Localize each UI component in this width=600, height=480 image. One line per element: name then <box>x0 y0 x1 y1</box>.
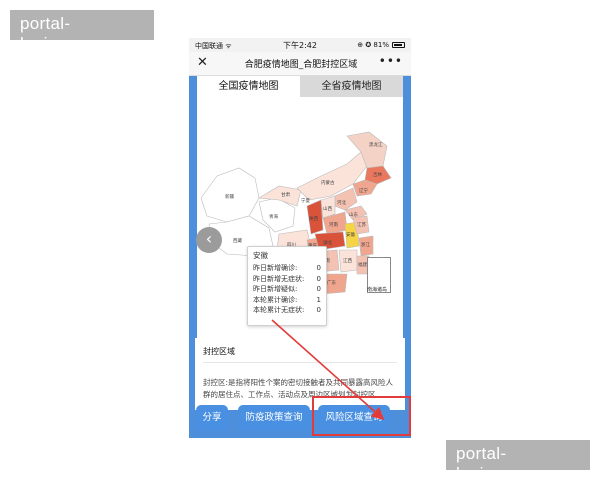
tab-province-map[interactable]: 全省疫情地图 <box>300 76 403 97</box>
tab-national-map[interactable]: 全国疫情地图 <box>197 76 300 97</box>
map-label: 内蒙古 <box>321 179 335 186</box>
inset-label: 南海诸岛 <box>367 287 388 293</box>
more-icon[interactable]: ••• <box>379 54 403 68</box>
map-label: 陕西 <box>309 215 318 222</box>
nav-bar: ✕ 合肥疫情地图_合肥封控区域 ••• <box>189 52 411 76</box>
policy-query-button[interactable]: 防疫政策查询 <box>238 405 310 431</box>
highlight-box <box>312 396 411 436</box>
map-label: 安徽 <box>346 231 355 238</box>
tooltip-row: 本轮累计无症状: 0 <box>253 306 321 314</box>
previous-arrow-button[interactable]: ‹ <box>196 227 222 253</box>
tooltip-row: 昨日新增无症状: 0 <box>253 274 321 283</box>
status-bar: 中国联通 ᯤ 下午2:42 ⊕ ✪ 81% <box>189 38 411 52</box>
map-label: 山西 <box>323 205 332 212</box>
tooltip-row: 昨日新增确诊: 0 <box>253 264 321 272</box>
map-label: 黑龙江 <box>369 141 383 148</box>
battery-label: ⊕ ✪ 81% <box>357 41 389 49</box>
map-label: 宁夏 <box>301 197 310 204</box>
map-label: 江苏 <box>357 221 366 228</box>
map-label: 广东 <box>327 279 336 286</box>
map-label: 新疆 <box>225 193 234 200</box>
province-tooltip: 安徽 昨日新增确诊: 0 昨日新增无症状: 0 昨日新增疑似: 0 本轮累计确诊: 1 … <box>247 246 327 326</box>
close-icon[interactable]: ✕ <box>197 55 208 71</box>
map-label: 辽宁 <box>359 187 368 194</box>
map-label: 甘肃 <box>281 191 290 198</box>
map-label: 西藏 <box>233 237 242 244</box>
map-label: 江西 <box>343 257 352 264</box>
map-label: 吉林 <box>373 171 382 178</box>
tooltip-title: 安徽 <box>253 251 268 260</box>
map-label: 河北 <box>337 199 346 206</box>
section-title: 封控区域 <box>203 346 397 363</box>
map-label: 青海 <box>269 213 278 220</box>
page-title: 合肥疫情地图_合肥封控区域 <box>244 60 358 70</box>
map-label: 湖北 <box>323 239 332 246</box>
battery-icon <box>392 42 405 48</box>
watermark-top: portal-leqiu.com <box>10 10 154 53</box>
map-label: 河南 <box>329 221 338 228</box>
share-button[interactable]: 分享 <box>196 405 228 431</box>
map-label: 山东 <box>349 211 358 218</box>
tooltip-row: 昨日新增疑似: 0 <box>253 285 321 293</box>
watermark-bottom: portal-leqiu.com <box>446 440 590 480</box>
map-label: 浙江 <box>361 241 370 248</box>
tooltip-row: 本轮累计确诊: 1 <box>253 295 321 304</box>
